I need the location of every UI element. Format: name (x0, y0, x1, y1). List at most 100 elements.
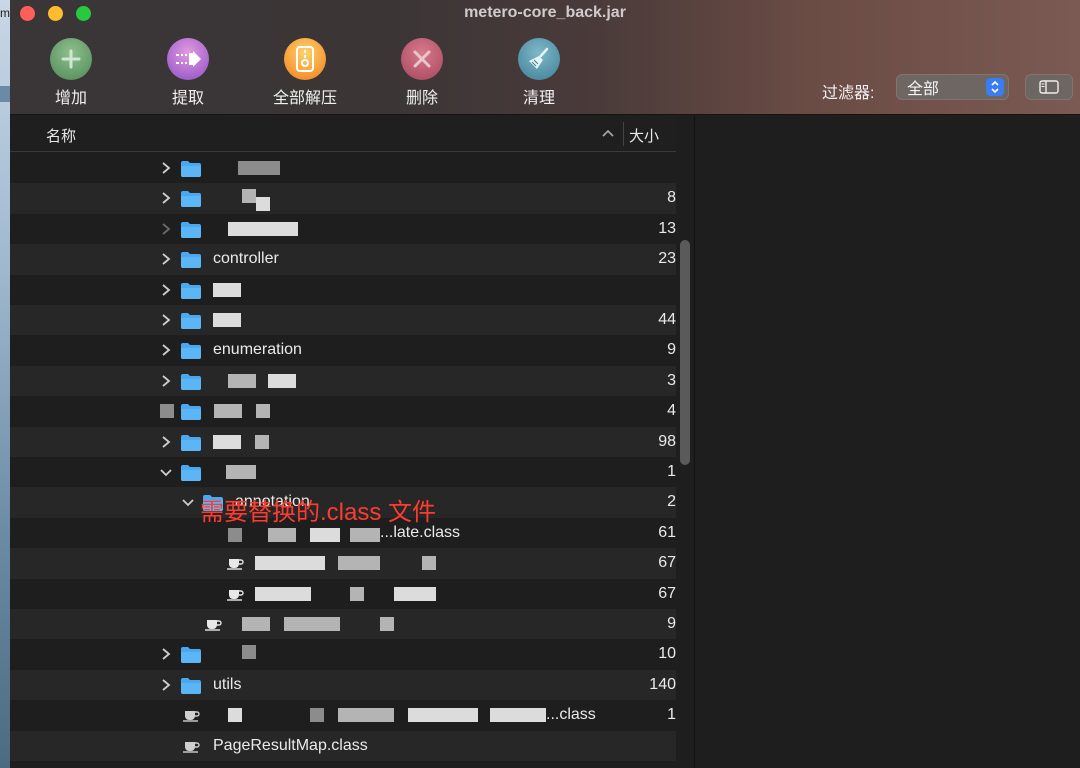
list-item[interactable]: 8 (10, 183, 676, 214)
extract-arrow-icon (167, 38, 209, 80)
redacted-name (242, 189, 256, 204)
chevron-right-icon[interactable] (160, 222, 172, 236)
redacted-name (228, 527, 242, 542)
redacted-name (214, 404, 242, 419)
delete-button[interactable]: 删除 (382, 38, 462, 108)
filter-select[interactable]: 全部 (896, 74, 1009, 100)
redacted-name (213, 313, 241, 327)
chevron-right-icon[interactable] (160, 374, 172, 388)
item-size: 4 (667, 402, 676, 420)
list-item[interactable]: 3 (10, 365, 676, 397)
item-name: ...class (546, 706, 596, 724)
zip-archive-icon (284, 38, 326, 80)
redacted-name (394, 586, 436, 601)
chevron-down-icon[interactable] (160, 465, 172, 479)
redacted-name (213, 282, 241, 297)
folder-icon (181, 343, 201, 360)
item-name: PageResultMap.class (213, 736, 368, 754)
column-size-header[interactable]: 大小 (629, 125, 659, 146)
chevron-right-icon[interactable] (160, 435, 172, 449)
extract-button-label: 提取 (171, 90, 204, 107)
list-item[interactable]: 67 (10, 548, 676, 579)
folder-icon (181, 404, 201, 421)
column-divider[interactable] (623, 122, 624, 146)
redacted-name (242, 645, 256, 660)
folder-icon (181, 221, 201, 238)
redacted-name (350, 527, 380, 542)
redacted-name (408, 708, 478, 723)
redacted-name (238, 161, 280, 175)
item-size: 23 (658, 250, 676, 268)
desktop-text-fragment: m (0, 6, 10, 20)
redacted-name (255, 556, 325, 571)
redacted-name (213, 434, 241, 449)
list-item[interactable]: controller 23 (10, 244, 676, 275)
annotation-note: 需要替换的.class 文件 (200, 499, 437, 526)
item-size: 10 (658, 645, 676, 663)
list-item[interactable]: enumeration 9 (10, 335, 676, 365)
chevron-right-icon[interactable] (160, 647, 172, 661)
chevron-right-icon[interactable] (160, 313, 172, 327)
folder-icon (181, 191, 201, 208)
item-size: 1 (667, 463, 676, 480)
add-button-label: 增加 (54, 90, 87, 107)
list-item[interactable]: ...class 1 (10, 700, 676, 730)
redacted-name (310, 527, 340, 542)
item-name: controller (213, 250, 279, 268)
chevron-right-icon[interactable] (160, 161, 172, 175)
sidebar-icon (1039, 80, 1059, 94)
x-icon (401, 38, 443, 80)
folder-icon (181, 647, 201, 664)
redacted-name (490, 708, 546, 723)
sort-ascending-icon[interactable] (602, 128, 614, 138)
desktop-mark (0, 86, 10, 102)
list-item[interactable]: 98 (10, 426, 676, 457)
up-down-chevron-icon (986, 78, 1004, 96)
chevron-right-icon[interactable] (160, 191, 172, 205)
chevron-right-icon[interactable] (160, 678, 172, 692)
extract-button[interactable]: 提取 (148, 38, 228, 108)
clean-button[interactable]: 清理 (499, 38, 579, 108)
redacted-name (350, 586, 364, 601)
item-name: utils (213, 675, 242, 693)
list-item[interactable]: utils 140 (10, 669, 676, 701)
file-list: 8 13 controller 23 44 enumeration 9 3 4 … (10, 153, 676, 768)
plus-icon (50, 38, 92, 80)
list-item[interactable]: 10 (10, 639, 676, 669)
list-item[interactable]: PageResultMap.class (10, 730, 676, 761)
list-item[interactable]: 13 (10, 214, 676, 244)
folder-icon (181, 677, 201, 694)
redacted-name (228, 221, 298, 236)
item-name: enumeration (213, 341, 302, 359)
redacted-name (228, 373, 256, 388)
redacted-name (256, 197, 270, 212)
scrollbar-thumb[interactable] (680, 240, 690, 465)
list-item[interactable]: 9 (10, 609, 676, 640)
chevron-right-icon[interactable] (160, 252, 172, 266)
list-item[interactable] (10, 275, 676, 305)
list-item[interactable]: 67 (10, 579, 676, 609)
list-item[interactable]: 4 (10, 396, 676, 426)
add-button[interactable]: 增加 (31, 38, 111, 108)
folder-icon (181, 465, 201, 481)
chevron-right-icon[interactable] (160, 343, 172, 357)
list-item[interactable] (10, 153, 676, 183)
extract-all-button[interactable]: 全部解压 (265, 38, 345, 108)
item-size: 9 (667, 615, 676, 632)
item-size: 9 (667, 341, 676, 359)
list-item[interactable]: 1 (10, 457, 676, 487)
item-size: 3 (667, 371, 676, 389)
extract-all-button-label: 全部解压 (272, 90, 337, 107)
item-size: 67 (658, 584, 676, 602)
column-name-header[interactable]: 名称 (46, 125, 76, 146)
redacted-name (338, 556, 380, 571)
toggle-sidebar-button[interactable] (1025, 74, 1073, 100)
chevron-right-icon[interactable] (160, 283, 172, 297)
chevron-down-icon[interactable] (182, 495, 194, 509)
redacted-name (310, 708, 324, 723)
item-size: 61 (658, 523, 676, 541)
redacted-name (338, 708, 394, 723)
item-size: 67 (658, 554, 676, 572)
item-size: 1 (667, 706, 676, 724)
list-item[interactable]: 44 (10, 305, 676, 336)
